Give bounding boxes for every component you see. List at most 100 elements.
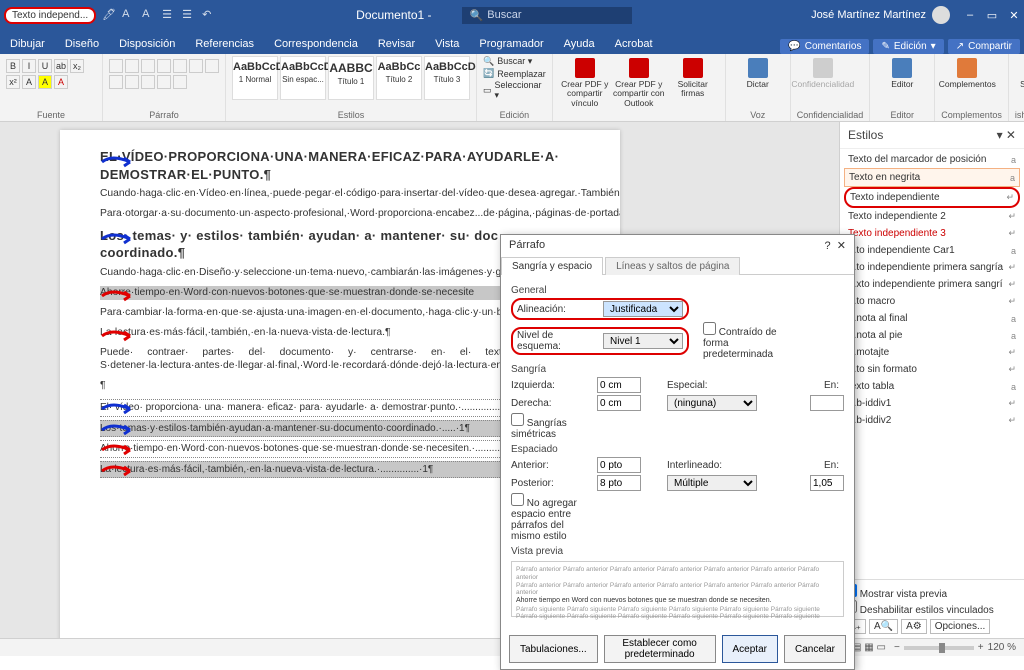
annotation-arrow-icon — [100, 286, 134, 306]
style-row[interactable]: Texto independiente 2↵ — [844, 208, 1020, 225]
zoom-control[interactable]: −+ 120 % — [894, 642, 1016, 653]
select-button[interactable]: ▭ Seleccionar ▾ — [483, 80, 546, 101]
writing-goal-button[interactable]: Set Writing Goal — [1015, 56, 1024, 99]
style-row[interactable]: Texto independiente 3↵ — [844, 225, 1020, 242]
find-button[interactable]: 🔍 Buscar ▾ — [483, 56, 546, 67]
tab-programador[interactable]: Programador — [469, 34, 553, 54]
editing-mode[interactable]: ✎ Edición ▾ — [873, 39, 943, 54]
view-buttons[interactable]: ▤ ▦ ▭ — [852, 642, 886, 653]
heading: EL·VÍDEO·PROPORCIONA·UNA·MANERA·EFICAZ·P… — [100, 148, 594, 183]
no-space-same-style-checkbox[interactable]: No agregar espacio entre párrafos del mi… — [511, 493, 591, 542]
annotation-arrow-icon — [100, 461, 134, 481]
create-pdf-outlook[interactable]: Crear PDF y compartir con Outlook — [613, 56, 665, 121]
minimize-button[interactable]: – — [964, 9, 976, 22]
comments-button[interactable]: 💬 Comentarios — [780, 39, 869, 54]
style-row[interactable]: ...b-iddiv2↵ — [844, 412, 1020, 429]
close-button[interactable]: ✕ — [1008, 9, 1020, 22]
request-signatures[interactable]: Solicitar firmas — [667, 56, 719, 121]
share-button[interactable]: ↗ Compartir — [948, 39, 1020, 54]
group-font: BIUabx₂x²AAA Fuente — [0, 54, 103, 121]
style-row[interactable]: ...to sin formato↵ — [844, 361, 1020, 378]
special-by-input[interactable] — [810, 395, 844, 411]
annotation-arrow-icon — [100, 229, 134, 249]
indent-right-input[interactable] — [597, 395, 641, 411]
special-indent-select[interactable]: (ninguna) — [667, 395, 757, 411]
help-icon[interactable]: ? — [825, 240, 831, 252]
line-spacing-at-input[interactable] — [810, 475, 844, 491]
style-row[interactable]: ...to macro↵ — [844, 293, 1020, 310]
replace-button[interactable]: 🔄 Reemplazar — [483, 68, 546, 79]
show-preview-checkbox[interactable]: Mostrar vista previa — [844, 584, 1020, 600]
addins-button[interactable]: Complementos — [941, 56, 993, 89]
ok-button[interactable]: Aceptar — [722, 635, 778, 663]
dictate-button[interactable]: Dictar — [732, 56, 784, 89]
close-icon[interactable]: ▾ ✕ — [997, 128, 1016, 142]
style-titulo1[interactable]: AABBCTítulo 1 — [328, 56, 374, 100]
manage-styles-button[interactable]: A⚙ — [901, 619, 927, 634]
tab-lineas[interactable]: Líneas y saltos de página — [605, 257, 740, 275]
tabs-button[interactable]: Tabulaciones... — [509, 635, 598, 663]
style-row[interactable]: ...to independiente primera sangría↵ — [844, 259, 1020, 276]
line-spacing-select[interactable]: Múltiple — [667, 475, 757, 491]
sensitivity-button[interactable]: Confidencialidad — [797, 56, 849, 89]
space-after-input[interactable] — [597, 475, 641, 491]
search-icon: 🔍 — [470, 9, 484, 22]
style-row[interactable]: Texto independiente↵ — [844, 187, 1020, 208]
ribbon: BIUabx₂x²AAA Fuente Párrafo AaBbCcD1 Nor… — [0, 54, 1024, 122]
group-addins: Complementos Complementos — [935, 54, 1009, 121]
style-row[interactable]: ...to independiente Car1a — [844, 242, 1020, 259]
style-titulo2[interactable]: AaBbCcTítulo 2 — [376, 56, 422, 100]
quick-access-toolbar[interactable]: 🖊AA☰☰↶ — [102, 8, 216, 22]
options-button[interactable]: Opciones... — [930, 619, 991, 634]
tab-disposicion[interactable]: Disposición — [109, 34, 185, 54]
style-inspector-button[interactable]: A🔍 — [869, 619, 898, 634]
style-row[interactable]: ...nota al finala — [844, 310, 1020, 327]
maximize-button[interactable]: ▭ — [986, 9, 998, 22]
group-editing: 🔍 Buscar ▾ 🔄 Reemplazar ▭ Seleccionar ▾ … — [477, 54, 553, 121]
editor-button[interactable]: Editor — [876, 56, 928, 89]
collapsed-checkbox[interactable]: Contraído de forma predeterminada — [703, 322, 783, 360]
style-sin-espaciado[interactable]: AaBbCcDSin espac... — [280, 56, 326, 100]
style-row[interactable]: ...nota al piea — [844, 327, 1020, 344]
style-row[interactable]: texto tablaa — [844, 378, 1020, 395]
set-default-button[interactable]: Establecer como predeterminado — [604, 635, 716, 663]
paragraph: Cuando·haga·clic·en·Vídeo·en·línea,·pued… — [100, 187, 594, 201]
annotation-arrow-icon — [100, 152, 134, 172]
ribbon-tabs: Dibujar Diseño Disposición Referencias C… — [0, 30, 1024, 54]
style-row[interactable]: ...b-iddiv1↵ — [844, 395, 1020, 412]
document-name: Documento1 - — [356, 8, 431, 22]
indent-left-input[interactable] — [597, 377, 641, 393]
tab-referencias[interactable]: Referencias — [185, 34, 264, 54]
disable-linked-checkbox[interactable]: Deshabilitar estilos vinculados — [844, 600, 1020, 616]
style-row[interactable]: ...motajte↵ — [844, 344, 1020, 361]
create-pdf-link[interactable]: Crear PDF y compartir vínculo — [559, 56, 611, 121]
alignment-select[interactable]: Justificada — [603, 301, 683, 317]
style-row[interactable]: Texto del marcador de posicióna — [844, 151, 1020, 168]
quick-style-selector[interactable]: Texto independ... — [4, 7, 96, 24]
tab-diseno[interactable]: Diseño — [55, 34, 109, 54]
zoom-level: 120 % — [988, 642, 1016, 653]
tab-acrobat[interactable]: Acrobat — [605, 34, 663, 54]
outline-level-select[interactable]: Nivel 1 — [603, 333, 683, 349]
close-icon[interactable]: ✕ — [837, 240, 846, 252]
tab-vista[interactable]: Vista — [425, 34, 469, 54]
search-box[interactable]: 🔍 Buscar — [462, 7, 632, 24]
user-account[interactable]: José Martínez Martínez — [811, 6, 950, 24]
tab-dibujar[interactable]: Dibujar — [0, 34, 55, 54]
tab-correspondencia[interactable]: Correspondencia — [264, 34, 368, 54]
style-row[interactable]: ...xto independiente primera sangrí↵ — [844, 276, 1020, 293]
space-before-input[interactable] — [597, 457, 641, 473]
style-titulo3[interactable]: AaBbCcDTítulo 3 — [424, 56, 470, 100]
tab-sangria[interactable]: Sangría y espacio — [501, 257, 603, 275]
style-row[interactable]: Texto en negritaa — [844, 168, 1020, 187]
pane-footer: Mostrar vista previa Deshabilitar estilo… — [840, 579, 1024, 638]
preview-box: Párrafo anterior Párrafo anterior Párraf… — [511, 561, 844, 617]
tab-revisar[interactable]: Revisar — [368, 34, 425, 54]
mirror-indents-checkbox[interactable]: Sangrías simétricas — [511, 413, 591, 440]
annotation-arrow-icon — [100, 420, 134, 440]
cancel-button[interactable]: Cancelar — [784, 635, 846, 663]
tab-ayuda[interactable]: Ayuda — [554, 34, 605, 54]
style-normal[interactable]: AaBbCcD1 Normal — [232, 56, 278, 100]
group-editor: Editor Editor — [870, 54, 935, 121]
group-writing-goal: Set Writing Goal ishouldbewriting.net — [1009, 54, 1024, 121]
